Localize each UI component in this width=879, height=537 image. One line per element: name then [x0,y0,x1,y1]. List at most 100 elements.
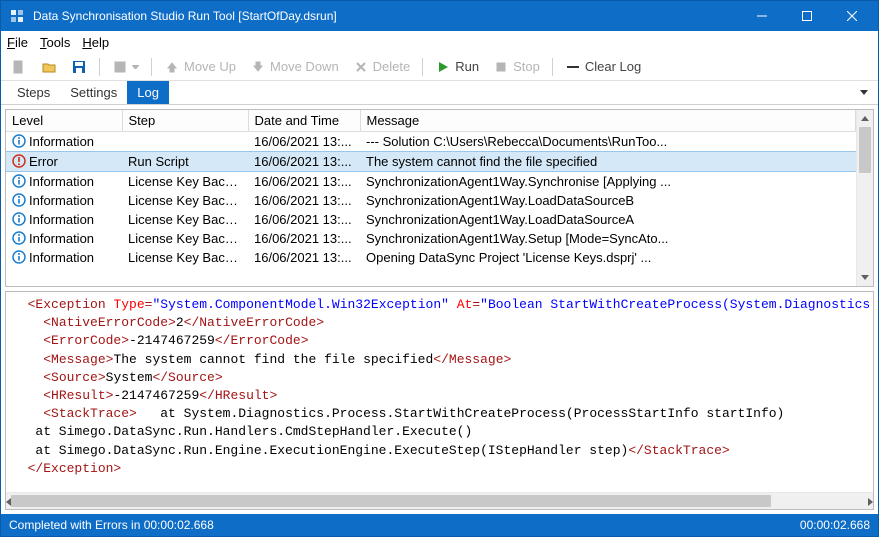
scroll-up-icon[interactable] [857,110,873,127]
cell-message: SynchronizationAgent1Way.LoadDataSourceA [360,210,856,229]
tabbar: Steps Settings Log [1,81,878,105]
cell-level: Error [6,152,122,172]
scroll-thumb-h[interactable] [11,495,771,507]
move-up-label: Move Up [184,59,236,74]
run-button[interactable]: Run [431,57,483,77]
cell-datetime: 16/06/2021 13:... [248,229,360,248]
new-icon [11,59,27,75]
tab-settings[interactable]: Settings [60,81,127,104]
play-icon [435,59,451,75]
cell-step: License Key Back... [122,229,248,248]
table-row[interactable]: InformationLicense Key Back...16/06/2021… [6,210,856,229]
cell-message: SynchronizationAgent1Way.Synchronise [Ap… [360,172,856,192]
delete-label: Delete [373,59,411,74]
new-button[interactable] [7,57,31,77]
col-level[interactable]: Level [6,110,122,132]
scroll-track[interactable] [857,127,873,269]
status-time: 00:00:02.668 [800,518,870,532]
table-row[interactable]: InformationLicense Key Back...16/06/2021… [6,229,856,248]
info-icon [12,174,26,188]
open-button[interactable] [37,57,61,77]
cell-step: Run Script [122,152,248,172]
move-down-button[interactable]: Move Down [246,57,343,77]
clear-log-label: Clear Log [585,59,641,74]
stop-icon [493,59,509,75]
table-row[interactable]: Information 16/06/2021 13:...--- Solution… [6,132,856,152]
table-row[interactable]: InformationLicense Key Back...16/06/2021… [6,248,856,267]
scroll-thumb[interactable] [859,127,871,173]
delete-button[interactable]: Delete [349,57,415,77]
add-button[interactable] [108,57,143,77]
menu-tools[interactable]: Tools [40,35,70,50]
exception-xml[interactable]: <Exception Type="System.ComponentModel.W… [6,292,873,492]
separator [99,58,100,76]
separator [552,58,553,76]
cell-step: License Key Back... [122,248,248,267]
cell-message: --- Solution C:\Users\Rebecca\Documents\… [360,132,856,152]
log-table: Level Step Date and Time Message Informa… [6,110,856,267]
toolbar: Move Up Move Down Delete Run Stop Clear … [1,53,878,81]
clear-log-button[interactable]: Clear Log [561,57,645,77]
cell-level: Information [6,229,122,248]
tab-dropdown[interactable] [856,81,872,104]
info-icon [12,212,26,226]
scroll-right-icon[interactable] [868,493,873,510]
info-icon [12,134,26,148]
info-icon [12,231,26,245]
window-controls [739,1,874,31]
info-icon [12,193,26,207]
info-icon [12,250,26,264]
vertical-scrollbar[interactable] [856,110,873,286]
col-message[interactable]: Message [360,110,856,132]
arrow-up-icon [164,59,180,75]
clear-icon [565,59,581,75]
log-table-scroll[interactable]: Level Step Date and Time Message Informa… [6,110,856,286]
status-text: Completed with Errors in 00:00:02.668 [9,518,214,532]
move-up-button[interactable]: Move Up [160,57,240,77]
cell-datetime: 16/06/2021 13:... [248,152,360,172]
cell-message: The system cannot find the file specifie… [360,152,856,172]
cell-step: License Key Back... [122,172,248,192]
stop-label: Stop [513,59,540,74]
cell-step: License Key Back... [122,210,248,229]
menubar: File Tools Help [1,31,878,53]
statusbar: Completed with Errors in 00:00:02.668 00… [1,514,878,536]
save-icon [71,59,87,75]
scroll-track-h[interactable] [11,493,868,509]
horizontal-scrollbar[interactable] [6,492,873,509]
menu-help[interactable]: Help [82,35,109,50]
cell-datetime: 16/06/2021 13:... [248,191,360,210]
arrow-down-icon [250,59,266,75]
cell-message: Opening DataSync Project 'License Keys.d… [360,248,856,267]
separator [422,58,423,76]
detail-pane: <Exception Type="System.ComponentModel.W… [5,291,874,510]
cell-level: Information [6,132,122,152]
app-icon [9,8,25,24]
maximize-button[interactable] [784,1,829,31]
col-datetime[interactable]: Date and Time [248,110,360,132]
cell-message: SynchronizationAgent1Way.LoadDataSourceB [360,191,856,210]
cell-step [122,132,248,152]
cell-level: Information [6,248,122,267]
scroll-down-icon[interactable] [857,269,873,286]
cell-level: Information [6,191,122,210]
window-title: Data Synchronisation Studio Run Tool [St… [33,9,731,23]
minimize-button[interactable] [739,1,784,31]
close-button[interactable] [829,1,874,31]
cell-datetime: 16/06/2021 13:... [248,132,360,152]
menu-file[interactable]: File [7,35,28,50]
cell-step: License Key Back... [122,191,248,210]
col-step[interactable]: Step [122,110,248,132]
open-icon [41,59,57,75]
tab-steps[interactable]: Steps [7,81,60,104]
table-row[interactable]: InformationLicense Key Back...16/06/2021… [6,191,856,210]
save-button[interactable] [67,57,91,77]
cell-datetime: 16/06/2021 13:... [248,210,360,229]
tab-log[interactable]: Log [127,81,169,104]
stop-button[interactable]: Stop [489,57,544,77]
log-table-container: Level Step Date and Time Message Informa… [5,109,874,287]
table-row[interactable]: ErrorRun Script16/06/2021 13:...The syst… [6,152,856,172]
cell-datetime: 16/06/2021 13:... [248,248,360,267]
table-row[interactable]: InformationLicense Key Back...16/06/2021… [6,172,856,192]
cell-message: SynchronizationAgent1Way.Setup [Mode=Syn… [360,229,856,248]
